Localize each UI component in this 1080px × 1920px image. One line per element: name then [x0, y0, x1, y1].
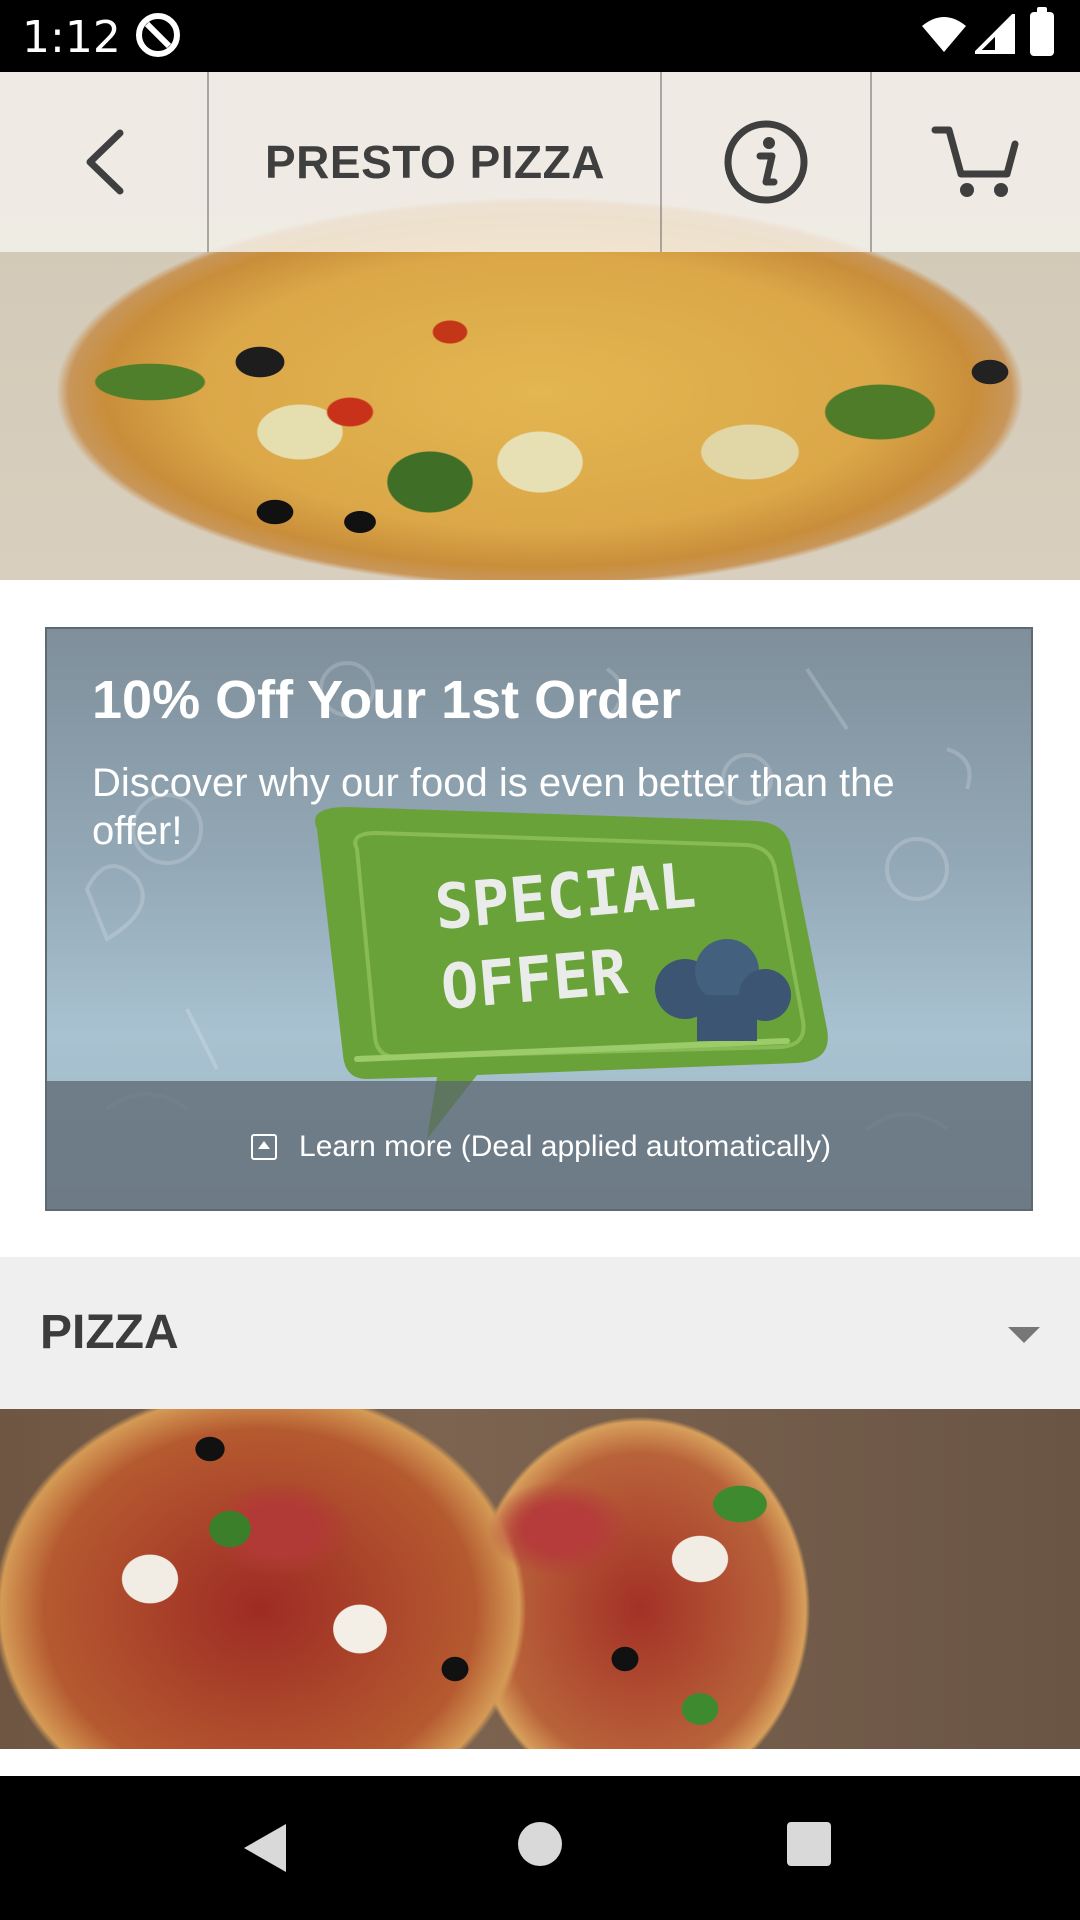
header-divider [207, 72, 209, 252]
learn-more-label: Learn more (Deal applied automatically) [299, 1130, 831, 1163]
cart-icon [931, 126, 1019, 197]
navigation-bar [0, 1776, 1080, 1920]
signal-icon [975, 14, 1015, 54]
caret-down-icon [1008, 1327, 1040, 1343]
info-icon [724, 120, 808, 204]
learn-more-bar[interactable]: Learn more (Deal applied automatically) [47, 1081, 1031, 1209]
menu-section-label: PIZZA [40, 1306, 179, 1359]
pizza-category-image[interactable] [0, 1409, 1080, 1749]
status-bar: 1:12 [0, 0, 1080, 72]
back-button[interactable] [0, 72, 208, 252]
content-spacer [0, 1749, 1080, 1776]
chevron-left-icon [86, 129, 124, 195]
offer-headline: 10% Off Your 1st Order [92, 670, 682, 730]
header-bar: PRESTO PIZZA [0, 72, 1080, 252]
offer-banner[interactable]: 10% Off Your 1st Order Discover why our … [45, 627, 1033, 1211]
battery-icon [1030, 7, 1054, 56]
cart-button[interactable] [872, 72, 1080, 252]
expand-up-icon [251, 1134, 278, 1160]
at-sign-icon [136, 13, 180, 57]
status-time: 1:12 [22, 12, 121, 63]
page-title: PRESTO PIZZA [265, 136, 605, 188]
wifi-icon [922, 17, 966, 52]
nav-recents-icon[interactable] [787, 1822, 831, 1866]
nav-back-icon[interactable] [244, 1824, 286, 1872]
info-button[interactable] [662, 72, 870, 252]
menu-section-header[interactable]: PIZZA [0, 1257, 1080, 1409]
nav-home-icon[interactable] [518, 1822, 562, 1866]
